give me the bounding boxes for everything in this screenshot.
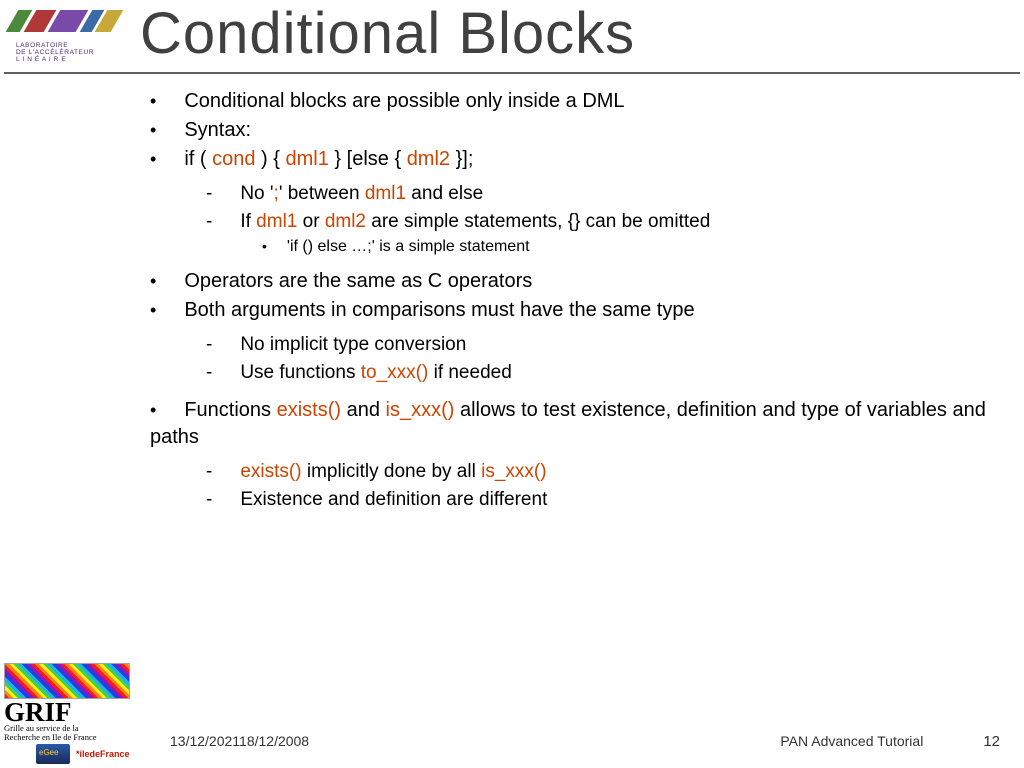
slide-content: Conditional blocks are possible only ins… (150, 88, 1000, 514)
sub-existence-def: Existence and definition are different (206, 487, 1000, 513)
lal-line1: LABORATOIRE (16, 42, 68, 49)
sub-to-xxx: Use functions to_xxx() if needed (206, 360, 1000, 386)
bullet-same-type: Both arguments in comparisons must have … (150, 297, 1000, 324)
footer: 13/12/202118/12/2008 PAN Advanced Tutori… (170, 733, 1000, 750)
bullet-syntax: Syntax: (150, 117, 1000, 144)
idf-text: *iledeFrance (76, 749, 130, 759)
bullet-dml-only: Conditional blocks are possible only ins… (150, 88, 1000, 115)
subsub-simple-stmt: 'if () else …;' is a simple statement (262, 236, 1000, 258)
grif-sub2: Recherche en Ile de France (4, 733, 136, 742)
sub-exists-implicit: exists() implicitly done by all is_xxx() (206, 459, 1000, 485)
rainbow-icon (4, 663, 130, 699)
egee-logo (36, 744, 70, 764)
footer-date: 13/12/202118/12/2008 (170, 733, 309, 749)
sub-omit-braces: If dml1 or dml2 are simple statements, {… (206, 209, 1000, 235)
sub-no-semicolon: No ';' between dml1 and else (206, 181, 1000, 207)
bullet-operators: Operators are the same as C operators (150, 268, 1000, 295)
footer-tutorial: PAN Advanced Tutorial (780, 733, 923, 749)
lal-line3: L I N É A I R E (16, 56, 66, 63)
bullet-exists-isxxx: Functions exists() and is_xxx() allows t… (150, 397, 1000, 451)
grif-text: GRIF (4, 701, 136, 724)
slide-title: Conditional Blocks (140, 0, 635, 67)
bullet-syntax-code: if ( cond ) { dml1 } [else { dml2 }]; (150, 146, 1000, 173)
slide-number: 12 (983, 733, 1000, 750)
grif-logo: GRIF Grille au service de la Recherche e… (4, 663, 136, 742)
lal-logo: LABORATOIRE DE L'ACCÉLÉRATEUR L I N É A … (8, 6, 128, 66)
sub-no-implicit: No implicit type conversion (206, 332, 1000, 358)
title-underline (4, 72, 1020, 74)
egee-row: *iledeFrance (36, 744, 130, 764)
